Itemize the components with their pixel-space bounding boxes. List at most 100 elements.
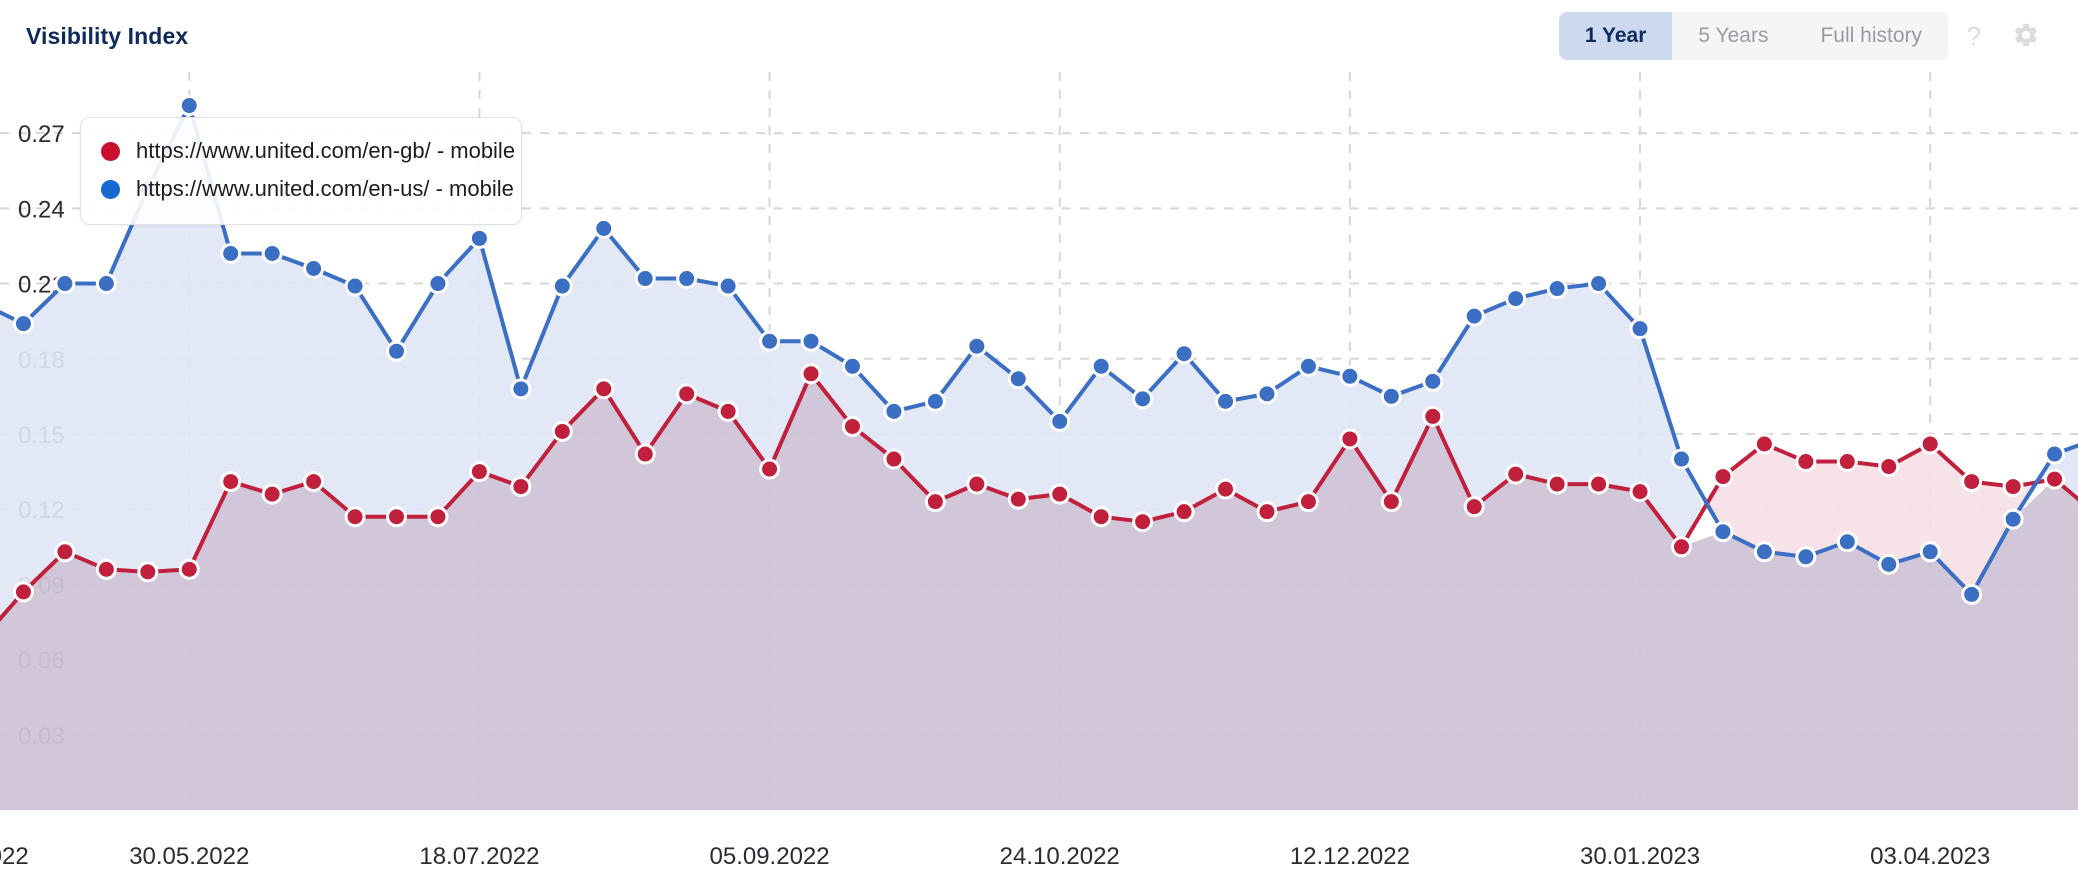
data-point-marker[interactable] — [1588, 473, 1610, 495]
data-point-marker[interactable] — [759, 458, 781, 480]
data-point-marker[interactable] — [966, 473, 988, 495]
data-point-marker[interactable] — [1919, 433, 1941, 455]
data-point-marker[interactable] — [1173, 343, 1195, 365]
data-point-marker[interactable] — [1380, 491, 1402, 513]
data-point-marker[interactable] — [1173, 501, 1195, 523]
data-point-marker[interactable] — [1919, 541, 1941, 563]
data-point-marker[interactable] — [2044, 443, 2066, 465]
data-point-marker[interactable] — [178, 95, 200, 117]
data-point-marker[interactable] — [1215, 478, 1237, 500]
data-point-marker[interactable] — [1836, 451, 1858, 473]
range-button-1-year[interactable]: 1 Year — [1558, 12, 1673, 60]
data-point-marker[interactable] — [1007, 368, 1029, 390]
data-point-marker[interactable] — [1753, 541, 1775, 563]
settings-button[interactable] — [2000, 10, 2052, 62]
data-point-marker[interactable] — [966, 335, 988, 357]
data-point-marker[interactable] — [1795, 451, 1817, 473]
data-point-marker[interactable] — [2002, 476, 2024, 498]
data-point-marker[interactable] — [593, 378, 615, 400]
data-point-marker[interactable] — [95, 273, 117, 295]
data-point-marker[interactable] — [261, 242, 283, 264]
data-point-marker[interactable] — [1712, 466, 1734, 488]
data-point-marker[interactable] — [54, 541, 76, 563]
data-point-marker[interactable] — [1629, 318, 1651, 340]
data-point-marker[interactable] — [676, 268, 698, 290]
data-point-marker[interactable] — [883, 448, 905, 470]
data-point-marker[interactable] — [1878, 456, 1900, 478]
data-point-marker[interactable] — [1505, 288, 1527, 310]
data-point-marker[interactable] — [1463, 496, 1485, 518]
data-point-marker[interactable] — [1961, 471, 1983, 493]
data-point-marker[interactable] — [303, 258, 325, 279]
data-point-marker[interactable] — [841, 355, 863, 377]
data-point-marker[interactable] — [1961, 583, 1983, 605]
range-button-5-years[interactable]: 5 Years — [1672, 12, 1794, 60]
data-point-marker[interactable] — [386, 506, 408, 528]
data-point-marker[interactable] — [1007, 488, 1029, 510]
data-point-marker[interactable] — [924, 491, 946, 513]
data-point-marker[interactable] — [12, 313, 34, 335]
data-point-marker[interactable] — [1215, 390, 1237, 412]
data-point-marker[interactable] — [841, 415, 863, 437]
data-point-marker[interactable] — [344, 506, 366, 528]
data-point-marker[interactable] — [551, 420, 573, 442]
data-point-marker[interactable] — [883, 400, 905, 422]
data-point-marker[interactable] — [427, 506, 449, 528]
data-point-marker[interactable] — [344, 275, 366, 297]
data-point-marker[interactable] — [1297, 355, 1319, 377]
data-point-marker[interactable] — [1339, 428, 1361, 450]
data-point-marker[interactable] — [54, 273, 76, 295]
data-point-marker[interactable] — [800, 330, 822, 352]
data-point-marker[interactable] — [1339, 365, 1361, 387]
data-point-marker[interactable] — [510, 476, 532, 498]
data-point-marker[interactable] — [1670, 536, 1692, 558]
data-point-marker[interactable] — [717, 400, 739, 422]
data-point-marker[interactable] — [1256, 383, 1278, 405]
data-point-marker[interactable] — [1753, 433, 1775, 455]
data-point-marker[interactable] — [12, 581, 34, 603]
data-point-marker[interactable] — [924, 390, 946, 412]
data-point-marker[interactable] — [551, 275, 573, 297]
data-point-marker[interactable] — [427, 273, 449, 295]
time-range-selector[interactable]: 1 Year 5 Years Full history — [1558, 12, 1948, 60]
data-point-marker[interactable] — [759, 330, 781, 352]
data-point-marker[interactable] — [1132, 388, 1154, 410]
data-point-marker[interactable] — [95, 558, 117, 580]
data-point-marker[interactable] — [468, 227, 490, 249]
data-point-marker[interactable] — [1712, 521, 1734, 543]
data-point-marker[interactable] — [1463, 305, 1485, 327]
help-button[interactable]: ? — [1948, 10, 2000, 62]
data-point-marker[interactable] — [634, 443, 656, 465]
data-point-marker[interactable] — [1049, 410, 1071, 432]
data-point-marker[interactable] — [1090, 355, 1112, 377]
data-point-marker[interactable] — [1670, 448, 1692, 470]
data-point-marker[interactable] — [220, 242, 242, 264]
data-point-marker[interactable] — [220, 471, 242, 493]
data-point-marker[interactable] — [303, 471, 325, 493]
data-point-marker[interactable] — [634, 268, 656, 290]
data-point-marker[interactable] — [137, 561, 159, 583]
data-point-marker[interactable] — [676, 383, 698, 405]
data-point-marker[interactable] — [1795, 546, 1817, 568]
data-point-marker[interactable] — [1422, 370, 1444, 392]
data-point-marker[interactable] — [1380, 385, 1402, 407]
data-point-marker[interactable] — [1546, 473, 1568, 495]
range-button-full-history[interactable]: Full history — [1794, 12, 1948, 60]
data-point-marker[interactable] — [261, 483, 283, 505]
data-point-marker[interactable] — [468, 461, 490, 483]
data-point-marker[interactable] — [1132, 511, 1154, 533]
data-point-marker[interactable] — [593, 217, 615, 239]
data-point-marker[interactable] — [800, 363, 822, 385]
data-point-marker[interactable] — [178, 558, 200, 580]
data-point-marker[interactable] — [1256, 501, 1278, 523]
data-point-marker[interactable] — [2044, 468, 2066, 490]
data-point-marker[interactable] — [510, 378, 532, 400]
data-point-marker[interactable] — [1546, 278, 1568, 300]
legend-item-en-us[interactable]: https://www.united.com/en-us/ - mobile — [101, 170, 514, 208]
legend-item-en-gb[interactable]: https://www.united.com/en-gb/ - mobile — [101, 132, 515, 170]
data-point-marker[interactable] — [1049, 483, 1071, 505]
data-point-marker[interactable] — [1090, 506, 1112, 528]
data-point-marker[interactable] — [1878, 553, 1900, 575]
data-point-marker[interactable] — [1588, 273, 1610, 295]
data-point-marker[interactable] — [717, 275, 739, 297]
